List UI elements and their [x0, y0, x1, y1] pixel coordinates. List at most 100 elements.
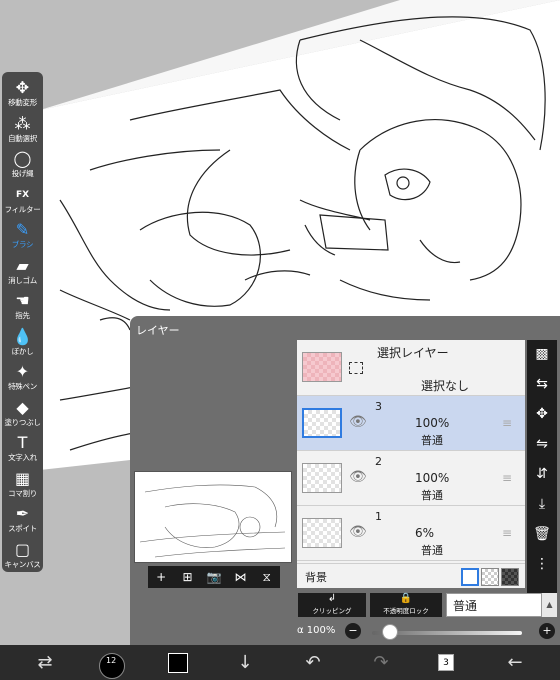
layer-count: 3 [438, 654, 454, 671]
selection-layer-status: 選択なし [421, 379, 470, 393]
move-arrows-icon: ✥ [15, 78, 30, 97]
tool-magic-wand[interactable]: ⁂ 自動選択 [2, 114, 43, 144]
redo-icon[interactable]: ↷ [366, 645, 396, 680]
tool-label: コマ割り [8, 488, 37, 498]
flip-horizontal-icon[interactable]: ⋈ [230, 570, 250, 584]
brush-size-button[interactable]: 12 [96, 645, 128, 680]
visibility-eye-icon[interactable]: 👁 [349, 524, 367, 540]
layer-thumbnail [302, 463, 342, 493]
tool-text[interactable]: T 文字入れ [2, 433, 43, 463]
checkerboard-icon[interactable]: ▩ [527, 346, 557, 362]
frame-divider-icon: ▦ [14, 468, 31, 488]
tool-frame-divider[interactable]: ▦ コマ割り [2, 469, 43, 499]
tool-label: 特殊ペン [8, 382, 37, 391]
down-arrow-icon[interactable]: ↓ [230, 645, 260, 680]
tool-eraser[interactable]: ▰ 消しゴム [2, 256, 43, 286]
lock-icon: 🔒 [399, 593, 413, 604]
tool-fx[interactable]: FX フィルター [2, 185, 43, 215]
opacity-value: 100% [306, 625, 336, 636]
finger-icon: ☚ [15, 291, 30, 310]
drag-handle-icon[interactable]: ≡ [502, 416, 512, 430]
layer-side-tools: ▩ ⇆ ✥ ⇋ ⇵ ⤓ 🗑 ⋮ [527, 340, 557, 615]
layer-number: 2 [375, 455, 382, 468]
tool-label: 自動選択 [8, 133, 37, 143]
tool-label: フィルター [4, 204, 41, 214]
blend-mode-caret-icon[interactable]: ▲ [542, 593, 557, 617]
magic-wand-icon: ⁂ [14, 113, 31, 133]
selection-layer-row[interactable]: 選択レイヤー 選択なし [297, 340, 525, 396]
undo-icon[interactable]: ↶ [298, 645, 328, 680]
visibility-eye-icon[interactable]: 👁 [349, 469, 367, 485]
clipping-button[interactable]: ↲ クリッピング [298, 593, 366, 617]
tool-label: 消しゴム [8, 275, 37, 285]
tool-label: 指先 [15, 311, 30, 320]
layer-panel-title: レイヤー [136, 324, 180, 337]
opacity-minus-button[interactable]: − [345, 623, 361, 639]
tool-fill-bucket[interactable]: ◆ 塗りつぶし [2, 398, 43, 428]
opacity-plus-button[interactable]: + [539, 623, 555, 639]
selection-marquee-icon [349, 362, 363, 374]
color-swap-icon[interactable]: ⇄ [30, 645, 60, 680]
tool-label: ブラシ [11, 240, 34, 249]
flip-layer-horizontal-icon[interactable]: ⇋ [527, 436, 557, 452]
layers-button[interactable]: 3 [432, 645, 462, 680]
tool-label: 移動変形 [8, 98, 37, 107]
layer-list: 選択レイヤー 選択なし 👁 3 100% 普通 ≡ 👁 2 100% 普通 ≡ 👁 1 6% 普通 ≡ [297, 340, 525, 588]
opacity-slider-knob[interactable] [382, 624, 398, 640]
tool-move-arrows[interactable]: ✥ 移動変形 [2, 78, 43, 108]
layer-number: 1 [375, 510, 382, 523]
layer-blend-mode: 普通 [421, 544, 443, 557]
tool-label: 投げ縄 [11, 169, 34, 178]
background-transparent-swatch[interactable] [481, 568, 499, 586]
flip-layer-vertical-icon[interactable]: ⇵ [527, 466, 557, 482]
tool-blur-drop[interactable]: 💧 ぼかし [2, 327, 43, 357]
tool-label: スポイト [8, 524, 37, 533]
text-icon: T [17, 433, 28, 452]
layer-opacity: 100% [415, 471, 450, 485]
layer-row[interactable]: 👁 2 100% 普通 ≡ [297, 451, 525, 506]
delete-layer-icon[interactable]: 🗑 [527, 526, 557, 542]
opacity-lock-button[interactable]: 🔒 不透明度ロック [370, 593, 442, 617]
add-layer-plus-box-icon[interactable]: ⊞ [178, 570, 198, 584]
tool-finger[interactable]: ☚ 指先 [2, 291, 43, 321]
fill-bucket-icon: ◆ [16, 397, 29, 417]
brush-icon: ✎ [15, 220, 30, 239]
background-white-swatch[interactable] [461, 568, 479, 586]
layer-blend-mode: 普通 [421, 489, 443, 502]
tool-label: ぼかし [11, 346, 34, 356]
clipping-label: クリッピング [312, 607, 352, 615]
add-layer-icon[interactable]: + [151, 570, 171, 584]
more-options-icon[interactable]: ⋮ [527, 556, 557, 572]
tool-special-pen[interactable]: ✦ 特殊ペン [2, 362, 43, 392]
layer-row[interactable]: 👁 3 100% 普通 ≡ [297, 396, 525, 451]
tool-eyedropper[interactable]: ✒ スポイト [2, 504, 43, 534]
tool-palette: ✥ 移動変形 ⁂ 自動選択 ◯ 投げ縄 FX フィルター ✎ ブラシ ▰ 消しゴム ☚ 指先 💧 ぼかし ✦ 特殊… [2, 72, 43, 572]
flip-vertical-icon[interactable]: ⧖ [257, 570, 277, 585]
brush-size-value: 12 [106, 656, 117, 665]
merge-down-icon[interactable]: ⤓ [527, 496, 557, 512]
layer-thumbnail [302, 518, 342, 548]
camera-icon[interactable]: 📷 [204, 570, 224, 584]
canvas-preview [134, 471, 292, 563]
move-layer-icon[interactable]: ✥ [527, 406, 557, 422]
back-arrow-icon[interactable]: ← [500, 645, 530, 680]
lasso-icon: ◯ [13, 149, 32, 168]
layer-actions-bar: + ⊞ 📷 ⋈ ⧖ [148, 566, 280, 588]
drag-handle-icon[interactable]: ≡ [502, 471, 512, 485]
background-dark-swatch[interactable] [501, 568, 519, 586]
visibility-eye-icon[interactable]: 👁 [349, 414, 367, 430]
layer-thumbnail [302, 408, 342, 438]
tool-brush[interactable]: ✎ ブラシ [2, 220, 43, 250]
tool-lasso[interactable]: ◯ 投げ縄 [2, 149, 43, 179]
blur-drop-icon: 💧 [12, 326, 33, 346]
color-button[interactable] [162, 645, 194, 680]
clipping-arrow-icon: ↲ [327, 593, 337, 604]
tool-canvas[interactable]: ▢ キャンバス [2, 540, 43, 570]
layer-transfer-icon[interactable]: ⇆ [527, 376, 557, 392]
eraser-icon: ▰ [16, 255, 29, 275]
blend-mode-select[interactable]: 普通 [446, 593, 542, 617]
opacity-lock-label: 不透明度ロック [383, 607, 429, 615]
layer-row[interactable]: 👁 1 6% 普通 ≡ [297, 506, 525, 561]
background-layer-row[interactable]: 背景 [297, 563, 525, 588]
drag-handle-icon[interactable]: ≡ [502, 526, 512, 540]
